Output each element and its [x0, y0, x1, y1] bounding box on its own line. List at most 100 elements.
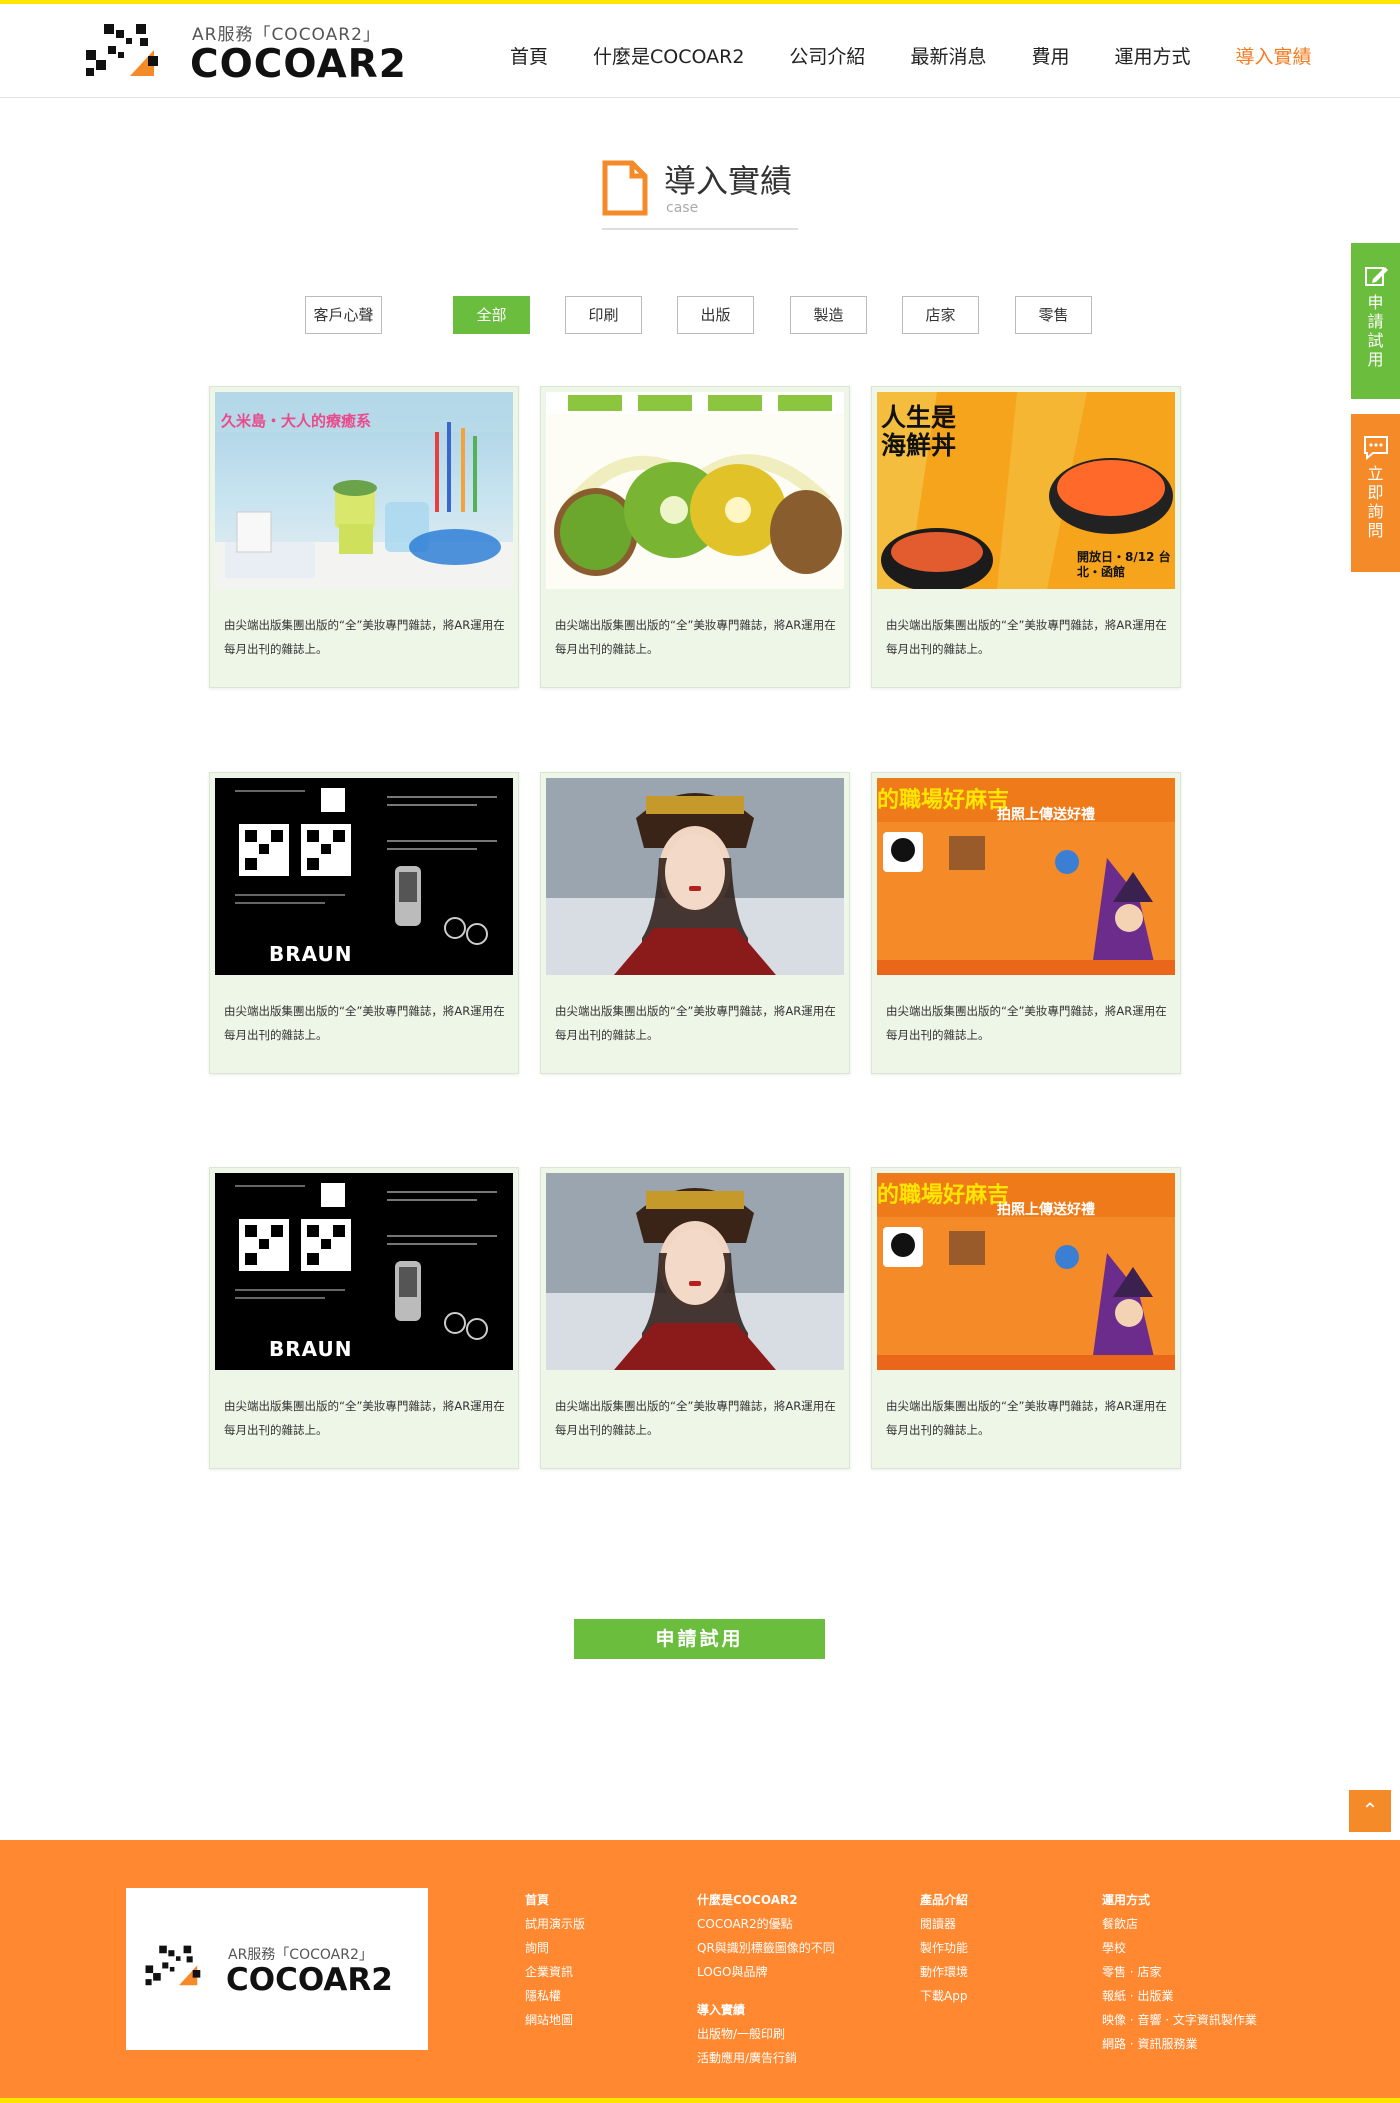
filter-stores[interactable]: 店家: [902, 296, 979, 334]
side-tab-trial-label: 申請試用: [1367, 293, 1384, 369]
case-description: 由尖端出版集團出版的“全”美妝專門雜誌，將AR運用在每月出刊的雜誌上。: [224, 1004, 505, 1042]
footer-link[interactable]: 餐飲店: [1102, 1912, 1257, 1936]
footer-link[interactable]: 閱讀器: [920, 1912, 968, 1936]
filter-all[interactable]: 全部: [453, 296, 530, 334]
case-card[interactable]: 由尖端出版集團出版的“全”美妝專門雜誌，將AR運用在每月出刊的雜誌上。: [540, 772, 850, 1074]
case-card[interactable]: 由尖端出版集團出版的“全”美妝專門雜誌，將AR運用在每月出刊的雜誌上。: [540, 1167, 850, 1469]
filter-publishing[interactable]: 出版: [677, 296, 754, 334]
chat-icon: [1363, 436, 1388, 461]
case-description: 由尖端出版集團出版的“全”美妝專門雜誌，將AR運用在每月出刊的雜誌上。: [555, 618, 836, 656]
case-card[interactable]: 由尖端出版集團出版的“全”美妝專門雜誌，將AR運用在每月出刊的雜誌上。: [540, 386, 850, 688]
footer-link[interactable]: 網路 · 資訊服務業: [1102, 2032, 1257, 2056]
case-card[interactable]: 久米島・大人的療癒系 由尖端出版集團出版的“全”美妝專門雜誌，將AR運用在每月出…: [209, 386, 519, 688]
case-card[interactable]: 的職場好麻吉 拍照上傳送好禮 由尖端出版集團出版的“全”美妝專門雜誌，將AR運用…: [871, 772, 1181, 1074]
footer-link[interactable]: 企業資訊: [525, 1960, 585, 1984]
footer-link[interactable]: 活動應用/廣告行銷: [697, 2046, 835, 2070]
footer-link[interactable]: 零售 · 店家: [1102, 1960, 1257, 1984]
filter-retail[interactable]: 零售: [1015, 296, 1092, 334]
case-image-kiwi[interactable]: [546, 392, 844, 589]
kiwi-illustration: [546, 392, 844, 576]
case-image-job[interactable]: 的職場好麻吉 拍照上傳送好禮: [877, 1173, 1175, 1370]
case-card[interactable]: 人生是海鮮丼 開放日・8/12 台北・函館 由尖端出版集團出版的“全”美妝專門雜…: [871, 386, 1181, 688]
case-image-seafood[interactable]: 人生是海鮮丼 開放日・8/12 台北・函館: [877, 392, 1175, 589]
footer-column-usage: 運用方式 餐飲店 學校 零售 · 店家 報紙 · 出版業 映像 · 音響 · 文…: [1102, 1888, 1257, 2056]
site-footer: AR服務「COCOAR2」 COCOAR2 首頁 試用演示版 詢問 企業資訊 隱…: [0, 1840, 1400, 2098]
nav-pricing[interactable]: 費用: [1031, 42, 1069, 69]
image-caption: 久米島・大人的療癒系: [221, 412, 372, 430]
title-divider: [602, 228, 798, 230]
footer-link[interactable]: 下載App: [920, 1984, 968, 2008]
footer-link[interactable]: 隱私權: [525, 1984, 585, 2008]
case-card[interactable]: 的職場好麻吉 拍照上傳送好禮 由尖端出版集團出版的“全”美妝專門雜誌，將AR運用…: [871, 1167, 1181, 1469]
case-image-stationery[interactable]: 久米島・大人的療癒系: [215, 392, 513, 589]
footer-link[interactable]: 映像 · 音響 · 文字資訊製作業: [1102, 2008, 1257, 2032]
case-description: 由尖端出版集團出版的“全”美妝專門雜誌，將AR運用在每月出刊的雜誌上。: [886, 618, 1167, 656]
nav-home[interactable]: 首頁: [510, 42, 548, 69]
filter-manufacturing[interactable]: 製造: [790, 296, 867, 334]
case-description: 由尖端出版集團出版的“全”美妝專門雜誌，將AR運用在每月出刊的雜誌上。: [555, 1004, 836, 1042]
footer-link[interactable]: 什麼是COCOAR2: [697, 1888, 835, 1912]
footer-link[interactable]: 學校: [1102, 1936, 1257, 1960]
case-image-braun[interactable]: BRAUN: [215, 1173, 513, 1370]
side-tab-trial[interactable]: 申請試用: [1351, 243, 1400, 399]
drama-portrait-illustration: [546, 1173, 844, 1370]
case-description: 由尖端出版集團出版的“全”美妝專門雜誌，將AR運用在每月出刊的雜誌上。: [224, 1399, 505, 1437]
nav-cases[interactable]: 導入實績: [1235, 42, 1311, 69]
nav-company[interactable]: 公司介紹: [789, 42, 865, 69]
footer-link[interactable]: 網站地圖: [525, 2008, 585, 2032]
footer-link[interactable]: 動作環境: [920, 1960, 968, 1984]
logo-name: COCOAR2: [190, 42, 407, 87]
footer-link[interactable]: COCOAR2的優點: [697, 1912, 835, 1936]
filter-testimonials[interactable]: 客戶心聲: [305, 296, 382, 334]
site-logo[interactable]: AR服務「COCOAR2」 COCOAR2: [84, 14, 424, 94]
apply-trial-button[interactable]: 申請試用: [574, 1619, 825, 1659]
nav-usage[interactable]: 運用方式: [1114, 42, 1190, 69]
site-header: AR服務「COCOAR2」 COCOAR2 首頁 什麼是COCOAR2 公司介紹…: [0, 4, 1400, 98]
case-image-braun[interactable]: BRAUN: [215, 778, 513, 975]
image-caption: 人生是海鮮丼: [881, 403, 957, 460]
edit-icon: [1364, 267, 1388, 286]
back-to-top-button[interactable]: ⌃: [1349, 1790, 1391, 1832]
image-caption: 的職場好麻吉: [877, 788, 1010, 813]
case-description: 由尖端出版集團出版的“全”美妝專門雜誌，將AR運用在每月出刊的雜誌上。: [555, 1399, 836, 1437]
footer-logo-name: COCOAR2: [226, 1962, 393, 1998]
footer-link[interactable]: 出版物/一般印刷: [697, 2022, 835, 2046]
footer-link[interactable]: 報紙 · 出版業: [1102, 1984, 1257, 2008]
filter-printing[interactable]: 印刷: [565, 296, 642, 334]
footer-link[interactable]: QR與識別標籤圖像的不同: [697, 1936, 835, 1960]
footer-link[interactable]: 運用方式: [1102, 1888, 1257, 1912]
footer-link[interactable]: 導入實績: [697, 1998, 835, 2022]
footer-logo[interactable]: AR服務「COCOAR2」 COCOAR2: [126, 1888, 428, 2050]
chevron-up-icon: ⌃: [1361, 1798, 1379, 1822]
case-description: 由尖端出版集團出版的“全”美妝專門雜誌，將AR運用在每月出刊的雜誌上。: [886, 1004, 1167, 1042]
case-description: 由尖端出版集團出版的“全”美妝專門雜誌，將AR運用在每月出刊的雜誌上。: [886, 1399, 1167, 1437]
nav-what-is-cocoar2[interactable]: 什麼是COCOAR2: [593, 42, 744, 69]
footer-link[interactable]: 詢問: [525, 1936, 585, 1960]
footer-link[interactable]: LOGO與品牌: [697, 1960, 835, 1984]
footer-column-home: 首頁 試用演示版 詢問 企業資訊 隱私權 網站地圖: [525, 1888, 585, 2032]
footer-link[interactable]: 製作功能: [920, 1936, 968, 1960]
main-nav: 首頁 什麼是COCOAR2 公司介紹 最新消息 費用 運用方式 導入實績: [510, 42, 1312, 69]
footer-link[interactable]: 產品介紹: [920, 1888, 968, 1912]
case-image-drama[interactable]: [546, 1173, 844, 1370]
nav-news[interactable]: 最新消息: [910, 42, 986, 69]
logo-mark-icon: [145, 1945, 201, 1986]
case-card[interactable]: BRAUN 由尖端出版集團出版的“全”美妝專門雜誌，將AR運用在每月出刊的雜誌上…: [209, 1167, 519, 1469]
document-icon: [602, 160, 648, 216]
case-image-job[interactable]: 的職場好麻吉 拍照上傳送好禮: [877, 778, 1175, 975]
braun-guide-illustration: [235, 1183, 497, 1340]
footer-link[interactable]: 試用演示版: [525, 1912, 585, 1936]
section-heading: 導入實績 case: [602, 156, 798, 232]
footer-column-about: 什麼是COCOAR2 COCOAR2的優點 QR與識別標籤圖像的不同 LOGO與…: [697, 1888, 835, 2070]
image-caption: 的職場好麻吉: [877, 1183, 1010, 1208]
case-card[interactable]: BRAUN 由尖端出版集團出版的“全”美妝專門雜誌，將AR運用在每月出刊的雜誌上…: [209, 772, 519, 1074]
case-image-drama[interactable]: [546, 778, 844, 975]
image-caption-2: 拍照上傳送好禮: [997, 807, 1095, 823]
page-title: 導入實績: [664, 162, 793, 200]
footer-link[interactable]: 首頁: [525, 1888, 585, 1912]
image-caption: BRAUN: [269, 942, 353, 966]
side-tab-inquiry-label: 立即詢問: [1367, 464, 1384, 540]
case-description: 由尖端出版集團出版的“全”美妝專門雜誌，將AR運用在每月出刊的雜誌上。: [224, 618, 505, 656]
logo-mark-icon: [86, 24, 158, 76]
side-tab-inquiry[interactable]: 立即詢問: [1351, 414, 1400, 572]
